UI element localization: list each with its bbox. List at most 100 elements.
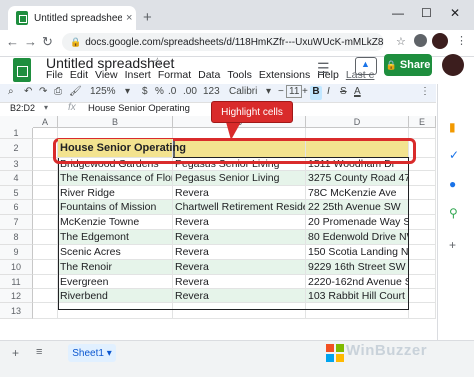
decrease-decimal-button[interactable]: .0	[168, 86, 176, 97]
cell-c6[interactable]: Chartwell Retirement Residences	[173, 200, 306, 215]
star-icon[interactable]: ☆	[152, 55, 163, 69]
cell-c4[interactable]: Pegasus Senior Living	[173, 171, 306, 186]
cell-d3[interactable]: 1511 Woodham Dr	[306, 158, 409, 171]
cell-a8[interactable]	[33, 230, 58, 245]
menu-extensions[interactable]: Extensions	[259, 69, 310, 81]
cell-e8[interactable]	[409, 230, 436, 245]
menu-data[interactable]: Data	[198, 69, 220, 81]
tab-close-icon[interactable]: ×	[126, 12, 132, 24]
chevron-down-icon[interactable]: ▾	[266, 86, 271, 97]
menu-format[interactable]: Format	[158, 69, 191, 81]
italic-button[interactable]: I	[327, 86, 330, 97]
column-header-b[interactable]: B	[58, 116, 173, 128]
all-sheets-button[interactable]: ≡	[36, 346, 42, 358]
cell-c9[interactable]: Revera	[173, 245, 306, 260]
cell-b6[interactable]: Fountains of Mission	[58, 200, 173, 215]
menu-view[interactable]: View	[95, 69, 118, 81]
cell-d1[interactable]	[306, 128, 409, 139]
text-color-button[interactable]: A	[354, 86, 361, 97]
cell-a6[interactable]	[33, 200, 58, 215]
font-select[interactable]: Calibri	[229, 86, 257, 97]
cell-e1[interactable]	[409, 128, 436, 139]
print-icon[interactable]: ⎙	[54, 86, 62, 97]
share-button[interactable]: 🔒 Share	[384, 54, 432, 76]
row-header-6[interactable]: 6	[0, 200, 33, 215]
cell-d9[interactable]: 150 Scotia Landing NW	[306, 245, 409, 260]
row-header-7[interactable]: 7	[0, 215, 33, 230]
cell-e4[interactable]	[409, 171, 436, 186]
menu-edit[interactable]: Edit	[70, 69, 88, 81]
cell-d11[interactable]: 2220-162nd Avenue SW	[306, 275, 409, 289]
add-addon-icon[interactable]: +	[449, 238, 456, 252]
cell-d6[interactable]: 22 25th Avenue SW	[306, 200, 409, 215]
column-header-d[interactable]: D	[306, 116, 409, 128]
more-options-icon[interactable]: ⋮	[420, 86, 430, 97]
cell-b12[interactable]: Riverbend	[58, 289, 173, 303]
cell-d5[interactable]: 78C McKenzie Ave	[306, 186, 409, 200]
paint-format-icon[interactable]: 🖌	[69, 86, 82, 97]
cell-b11[interactable]: Evergreen	[58, 275, 173, 289]
sheets-logo-icon[interactable]	[13, 58, 31, 82]
bold-button[interactable]: B	[310, 86, 322, 100]
cell-e12[interactable]	[409, 289, 436, 303]
cell-e2[interactable]	[409, 139, 436, 158]
cell-a11[interactable]	[33, 275, 58, 289]
menu-insert[interactable]: Insert	[125, 69, 151, 81]
minimize-icon[interactable]: —	[392, 6, 404, 20]
font-size-input[interactable]: 11	[286, 85, 303, 98]
row-header-9[interactable]: 9	[0, 245, 33, 260]
cell-d13[interactable]	[306, 303, 409, 319]
contacts-icon[interactable]: ●	[449, 177, 456, 191]
row-header-5[interactable]: 5	[0, 186, 33, 200]
keep-icon[interactable]: ▮	[449, 120, 456, 134]
row-header-12[interactable]: 12	[0, 289, 33, 303]
zoom-select[interactable]: 125%	[90, 86, 116, 97]
browser-tab[interactable]: Untitled spreadsheet - Google Sh ×	[8, 6, 136, 30]
row-header-11[interactable]: 11	[0, 275, 33, 289]
font-size-increase[interactable]: +	[302, 86, 308, 97]
cell-a3[interactable]	[33, 158, 58, 171]
tasks-icon[interactable]: ✓	[449, 148, 459, 162]
url-bar[interactable]: 🔒 docs.google.com/spreadsheets/d/118HmKZ…	[62, 33, 384, 51]
cell-c7[interactable]: Revera	[173, 215, 306, 230]
font-size-decrease[interactable]: −	[278, 86, 284, 97]
cell-b2[interactable]: House Senior Operating	[58, 139, 186, 158]
cell-e3[interactable]	[409, 158, 436, 171]
cell-b10[interactable]: The Renoir	[58, 260, 173, 275]
reload-icon[interactable]: ↻	[42, 34, 53, 50]
currency-button[interactable]: $	[142, 86, 148, 97]
account-avatar[interactable]	[442, 54, 464, 76]
cell-e11[interactable]	[409, 275, 436, 289]
increase-decimal-button[interactable]: .00	[183, 86, 197, 97]
cell-b13[interactable]	[58, 303, 173, 319]
browser-menu-icon[interactable]: ⋮	[456, 34, 467, 47]
cell-a7[interactable]	[33, 215, 58, 230]
cell-b4[interactable]: The Renaissance of Florence	[58, 171, 173, 186]
cell-a13[interactable]	[33, 303, 58, 319]
cell-e9[interactable]	[409, 245, 436, 260]
row-header-2[interactable]: 2	[0, 139, 33, 158]
add-sheet-button[interactable]: +	[12, 346, 19, 360]
maximize-icon[interactable]: ☐	[421, 6, 432, 20]
cell-c11[interactable]: Revera	[173, 275, 306, 289]
cell-b9[interactable]: Scenic Acres	[58, 245, 173, 260]
undo-icon[interactable]: ↶	[24, 86, 32, 97]
row-header-1[interactable]: 1	[0, 128, 33, 139]
cell-e10[interactable]	[409, 260, 436, 275]
back-icon[interactable]: ←	[6, 34, 19, 49]
cell-b7[interactable]: McKenzie Towne	[58, 215, 173, 230]
cell-d2[interactable]	[306, 139, 409, 158]
cell-c8[interactable]: Revera	[173, 230, 306, 245]
extensions-icon[interactable]	[414, 34, 427, 47]
cell-b1[interactable]	[58, 128, 173, 139]
profile-avatar[interactable]	[432, 33, 448, 49]
name-box[interactable]: B2:D2	[10, 103, 35, 113]
cell-d4[interactable]: 3275 County Road 47	[306, 171, 409, 186]
cell-c3[interactable]: Pegasus Senior Living	[173, 158, 306, 171]
cell-e6[interactable]	[409, 200, 436, 215]
cell-a12[interactable]	[33, 289, 58, 303]
redo-icon[interactable]: ↷	[39, 86, 47, 97]
cell-a2[interactable]	[33, 139, 58, 158]
cell-b3[interactable]: Bridgewood Gardens	[58, 158, 173, 171]
row-header-3[interactable]: 3	[0, 158, 33, 171]
